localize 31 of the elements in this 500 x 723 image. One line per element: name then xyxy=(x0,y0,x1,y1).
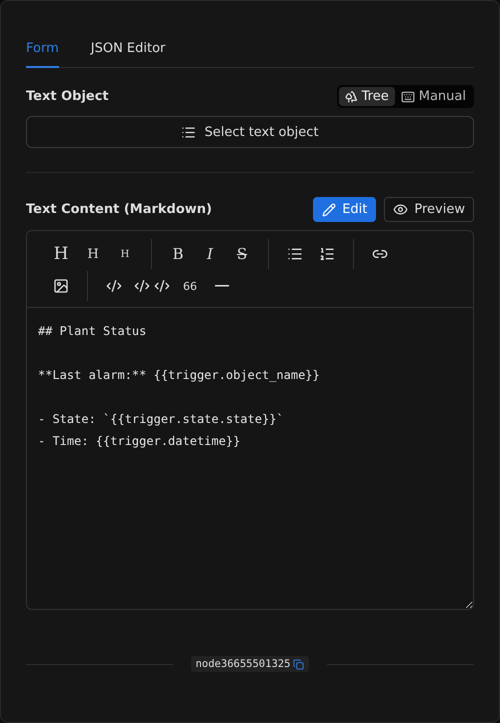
code-icon xyxy=(106,278,122,294)
keyboard-icon xyxy=(400,90,415,104)
image-icon xyxy=(53,278,69,294)
edit-button[interactable]: Edit xyxy=(313,197,376,222)
heading-button[interactable]: H xyxy=(77,240,109,268)
markdown-editor[interactable]: H H H B I S 66 ## Plant Status **Last alarm:** {{trigger.object_name}} - State: `{{trigger.state.state}}` - Time: {{trigger.datetime}} xyxy=(26,230,474,610)
bold-button[interactable]: B xyxy=(162,240,194,268)
mode-button[interactable]: Tree xyxy=(338,87,395,106)
strikethrough-button[interactable]: S xyxy=(226,240,258,268)
italic-button[interactable]: I xyxy=(194,240,226,268)
code-icon xyxy=(154,278,170,294)
bullet-list-icon xyxy=(287,246,303,262)
quote-button[interactable]: 66 xyxy=(174,272,206,300)
mode-button[interactable]: Manual xyxy=(394,87,472,106)
list-icon xyxy=(181,124,196,140)
tab[interactable]: JSON Editor xyxy=(90,37,166,68)
heading-button[interactable]: H xyxy=(109,240,141,268)
section-label: Text Content (Markdown) xyxy=(26,202,212,217)
preview-button[interactable]: Preview xyxy=(384,197,474,222)
horizontal-line-icon xyxy=(215,285,229,287)
node-id: node36655501325 xyxy=(196,658,290,670)
copy-icon[interactable] xyxy=(293,658,304,670)
code-icon xyxy=(134,278,150,294)
pencil-icon xyxy=(322,202,336,216)
tab[interactable]: Form xyxy=(26,37,59,68)
select-object-button[interactable]: Select text object xyxy=(26,116,474,148)
tree-icon xyxy=(344,90,358,103)
eye-icon xyxy=(393,202,408,217)
numbered-list-icon xyxy=(319,246,335,262)
section-label: Text Object xyxy=(26,89,109,104)
heading-button[interactable]: H xyxy=(45,240,77,268)
